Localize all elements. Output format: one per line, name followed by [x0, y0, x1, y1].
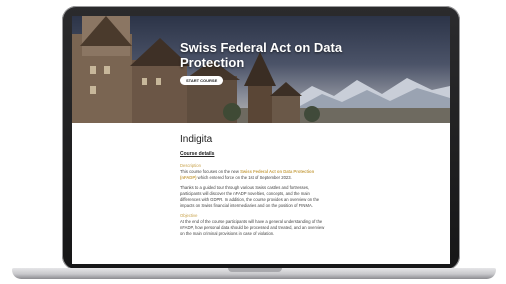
description-paragraph-2: Thanks to a guided tour through various … [180, 185, 320, 208]
hero-banner: Swiss Federal Act on Data Protection STA… [72, 16, 450, 123]
brand-name: Indigita [180, 134, 213, 145]
laptop-notch [228, 268, 282, 272]
hero-title: Swiss Federal Act on Data Protection [180, 40, 343, 70]
start-course-button[interactable]: START COURSE [180, 76, 224, 85]
objective-paragraph: At the end of the course participants wi… [180, 219, 325, 236]
screen: Swiss Federal Act on Data Protection STA… [72, 16, 450, 264]
description-paragraph-1: This course focuses on the new Swiss Fed… [180, 169, 330, 181]
main-content: Indigita Course details Description This… [180, 134, 330, 241]
course-details-heading: Course details [180, 151, 215, 157]
description-lead: This course focuses on the new [180, 169, 241, 174]
description-tail: which entered force on the 1st of Septem… [196, 175, 292, 180]
